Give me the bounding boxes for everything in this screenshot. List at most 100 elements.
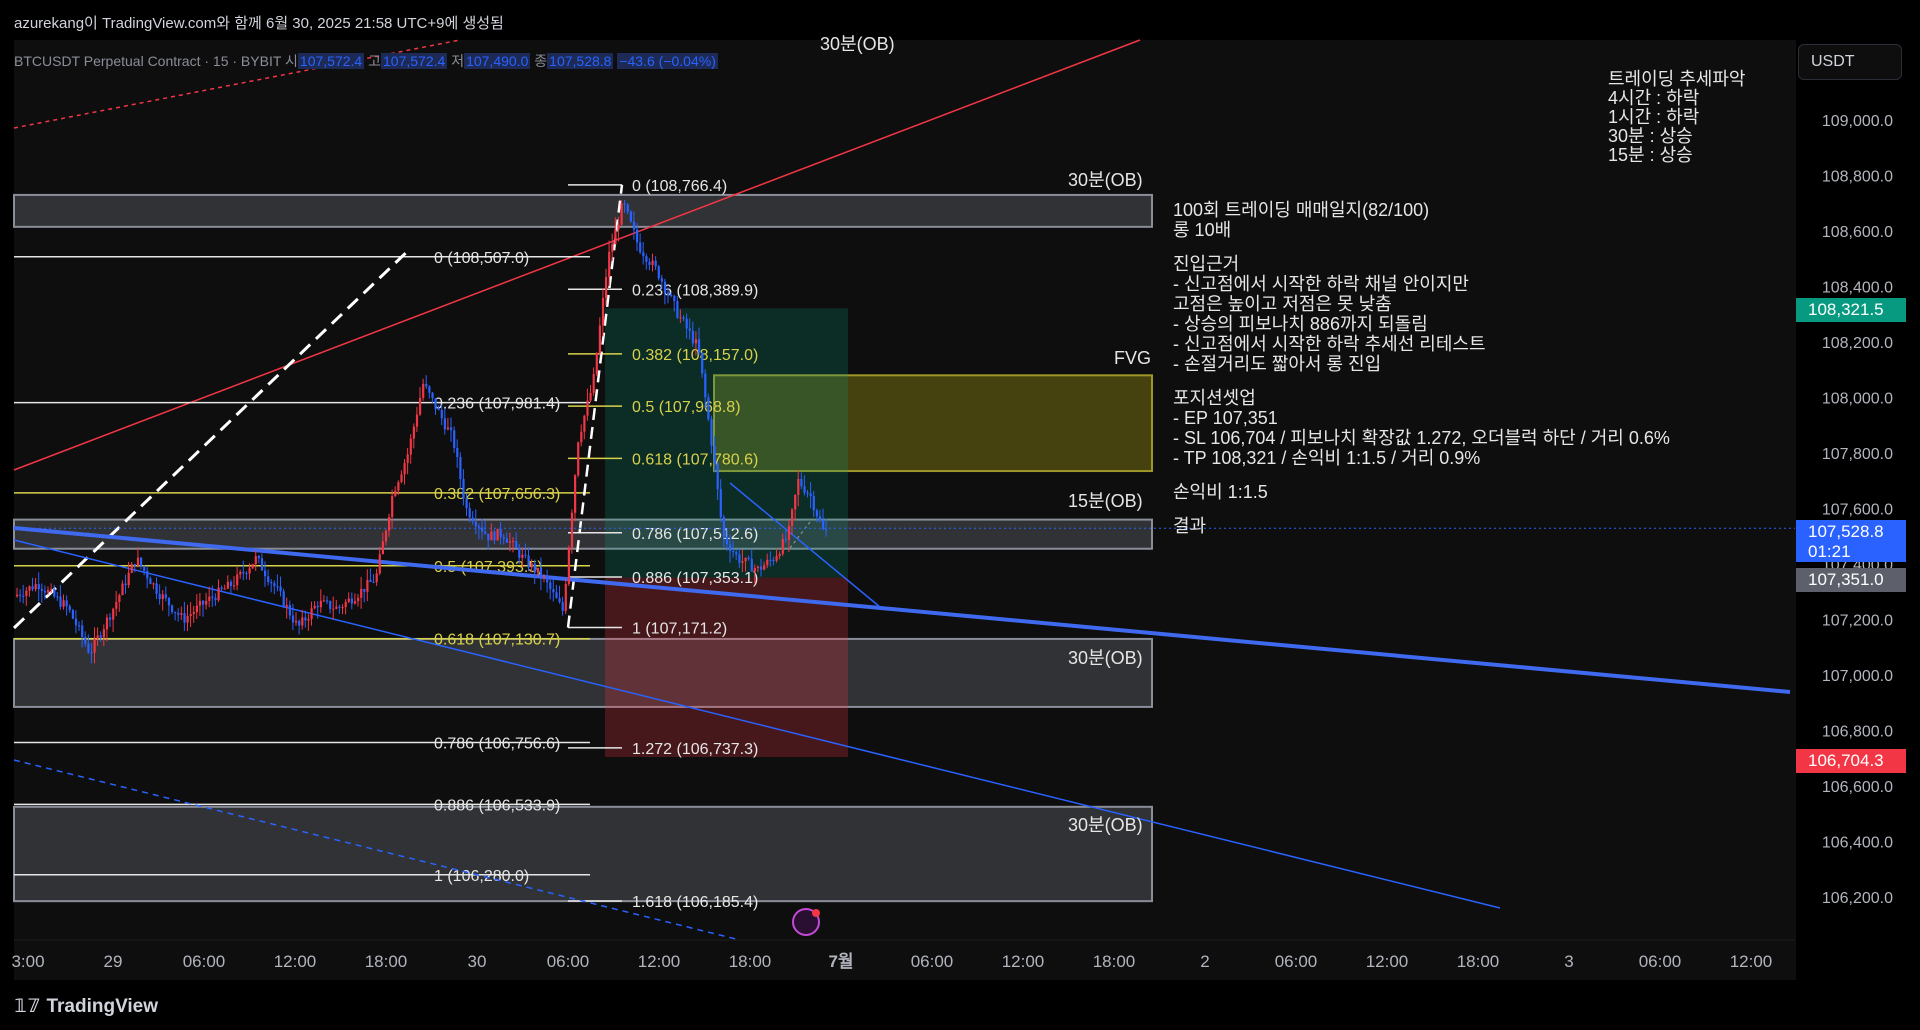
candle-body	[676, 301, 679, 318]
candle-body	[822, 520, 825, 530]
candle-body	[164, 594, 167, 598]
candle-body	[425, 383, 428, 387]
candle-body	[825, 529, 828, 531]
price-tick-label: 107,600.0	[1822, 502, 1893, 519]
candle-body	[391, 496, 394, 518]
candle-body	[87, 643, 90, 653]
candle-body	[440, 409, 443, 419]
candle-body	[260, 558, 264, 571]
candle-body	[406, 454, 409, 464]
candle-body	[642, 252, 645, 257]
candle-body	[505, 538, 508, 543]
candle-body	[53, 588, 56, 597]
fib1-level-label: 0.236 (107,981.4)	[434, 396, 560, 413]
candle-body	[291, 615, 295, 623]
candle-body	[654, 260, 657, 267]
currency-button[interactable]: USDT	[1798, 44, 1902, 80]
candle-body	[443, 418, 446, 430]
candle-body	[679, 317, 682, 319]
zone-label-ob30-low: 30분(OB)	[1068, 815, 1143, 835]
candle-body	[332, 608, 335, 610]
candle-body	[567, 547, 570, 585]
candle-body	[167, 597, 171, 606]
trade-journal-note[interactable]: 100회 트레이딩 매매일지(82/100) 롱 10배 진입근거 - 신고점에…	[1173, 200, 1670, 536]
price-tick-label: 108,400.0	[1822, 280, 1893, 297]
candle-body	[592, 374, 595, 393]
time-tick-label: 30	[468, 952, 487, 971]
candle-body	[298, 620, 301, 626]
candle-body	[350, 598, 353, 604]
candle-body	[257, 556, 260, 559]
candle-body	[217, 587, 220, 601]
candle-body	[267, 576, 270, 582]
fib2-level-label: 0.886 (107,353.1)	[632, 570, 758, 587]
candle-body	[474, 521, 477, 527]
candle-body	[459, 457, 462, 480]
candle-body	[285, 604, 288, 607]
time-tick-label: 06:00	[911, 952, 954, 971]
candle-body	[741, 561, 744, 563]
entry-price-badge: 107,351.0	[1796, 568, 1906, 592]
candle-body	[617, 224, 620, 230]
candle-body	[645, 256, 648, 262]
candle-body	[778, 553, 781, 556]
candle-body	[279, 586, 282, 592]
candle-body	[725, 536, 729, 545]
candle-body	[369, 579, 372, 582]
candle-body	[347, 598, 350, 602]
candle-body	[127, 572, 130, 586]
candle-body	[484, 531, 487, 534]
candle-body	[149, 578, 152, 585]
setup-line: - TP 108,321 / 손익비 1:1.5 / 거리 0.9%	[1173, 448, 1481, 468]
symbol-legend[interactable]: BTCUSDT Perpetual Contract · 15 · BYBIT …	[14, 51, 718, 71]
candle-body	[601, 298, 605, 326]
candle-body	[784, 538, 787, 540]
price-tick-label: 107,200.0	[1822, 613, 1893, 630]
fib2-level-label: 0.618 (107,780.6)	[632, 451, 758, 468]
candle-body	[682, 317, 685, 319]
candle-body	[338, 606, 341, 608]
alert-dot-icon	[812, 909, 820, 917]
candle-body	[161, 594, 164, 599]
candle-body	[115, 601, 118, 609]
candle-body	[791, 509, 794, 526]
candle-body	[254, 556, 257, 565]
candle-body	[577, 442, 580, 476]
candle-body	[71, 610, 74, 619]
candle-body	[146, 570, 149, 579]
candle-body	[372, 581, 375, 583]
candle-body	[766, 559, 769, 566]
candle-body	[632, 221, 636, 230]
candle-body	[527, 555, 530, 568]
tradingview-logo[interactable]: 𝟙𝟟 TradingView	[14, 995, 158, 1018]
fib2-level-label: 0 (108,766.4)	[632, 178, 727, 195]
candle-body	[536, 567, 539, 573]
candle-body	[803, 486, 806, 493]
candle-body	[214, 597, 217, 601]
basis-line: - 손절거리도 짧아서 롱 진입	[1173, 354, 1382, 374]
candle-body	[357, 597, 360, 602]
candle-body	[422, 383, 425, 398]
candle-body	[698, 339, 701, 353]
high-label: 고	[368, 53, 381, 69]
trend-note[interactable]: 트레이딩 추세파악 4시간 : 하락 1시간 : 하락 30분 : 상승 15분…	[1608, 70, 1745, 165]
candle-body	[735, 552, 738, 555]
candle-body	[657, 266, 660, 279]
candle-body	[465, 498, 468, 509]
candle-body	[360, 588, 363, 598]
fib2-level-label: 1.618 (106,185.4)	[632, 894, 758, 911]
time-tick-label: 18:00	[729, 952, 772, 971]
candle-body	[477, 526, 481, 528]
candle-body	[614, 229, 617, 245]
time-tick-label: 3:00	[11, 952, 44, 971]
candle-body	[707, 397, 710, 420]
last-price-badge: 107,528.8 01:21	[1796, 520, 1906, 562]
candle-body	[704, 373, 707, 398]
stop-loss-zone	[605, 577, 848, 758]
candle-body	[515, 540, 518, 548]
candle-body	[493, 531, 496, 541]
price-tick-label: 107,000.0	[1822, 668, 1893, 685]
candle-body	[319, 600, 322, 608]
candle-body	[388, 517, 391, 531]
basis-line: - 신고점에서 시작한 하락 채널 안이지만	[1173, 274, 1469, 294]
